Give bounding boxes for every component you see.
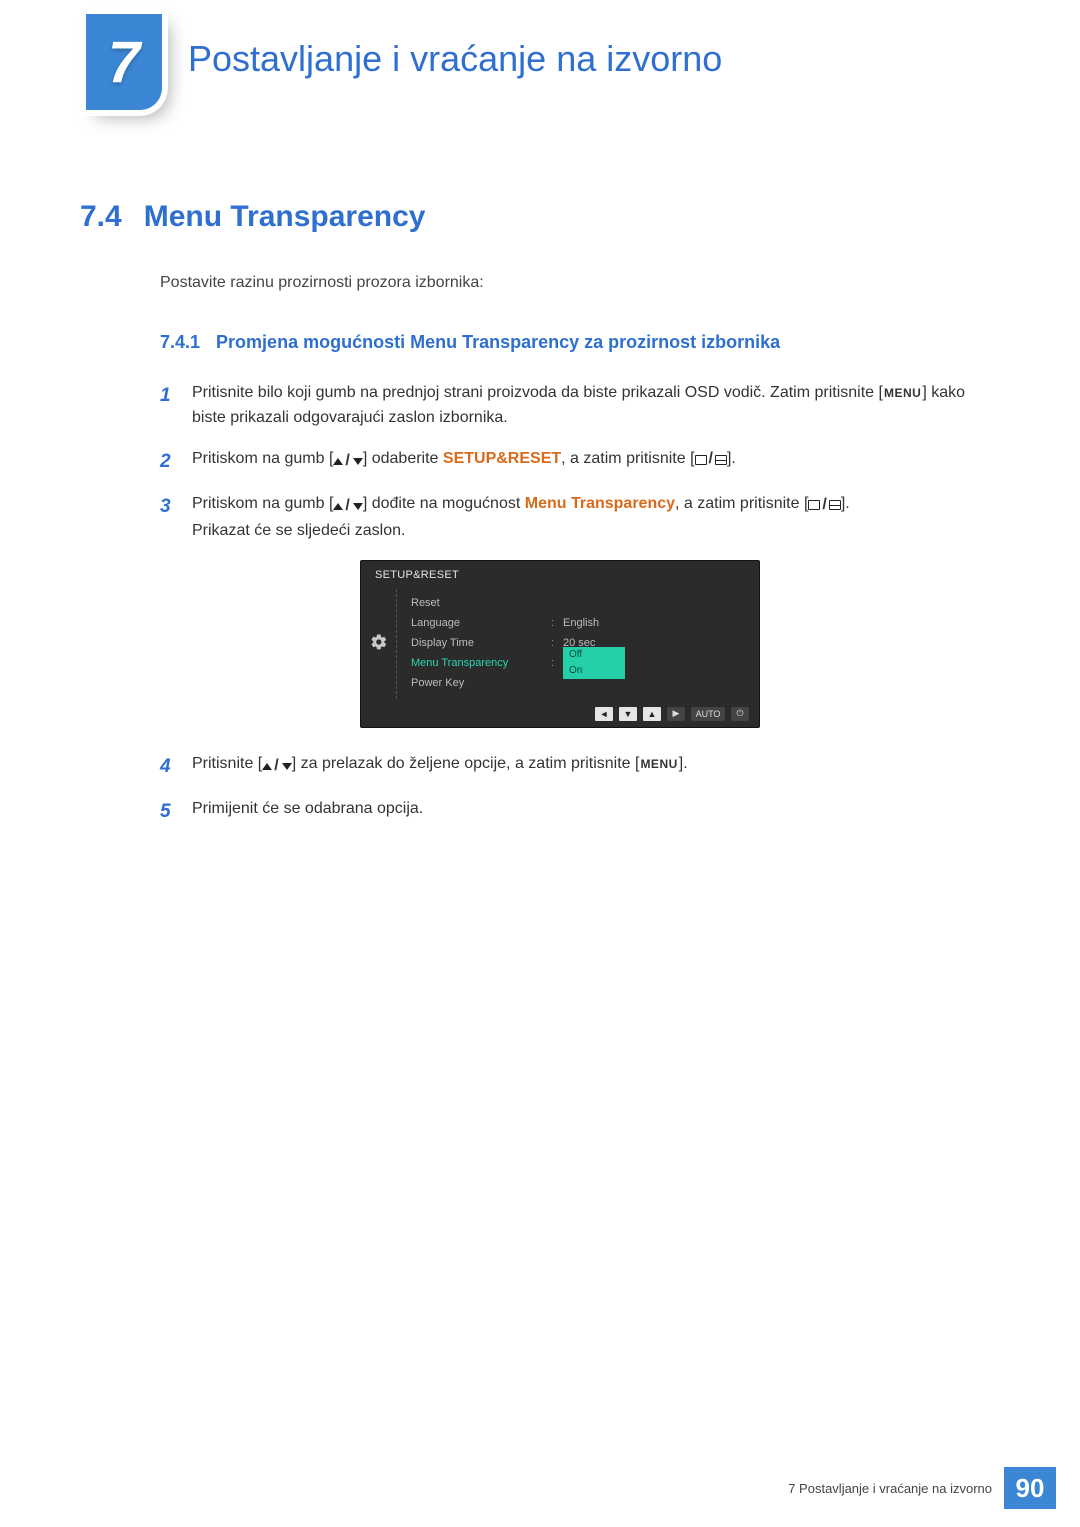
osd-auto-label: AUTO <box>691 707 725 721</box>
up-down-icon: / <box>262 754 291 779</box>
step-item: 5 Primijenit će se odabrana opcija. <box>160 797 1000 826</box>
osd-row-value: English <box>563 617 599 629</box>
osd-screenshot: SETUP&RESET Reset Language <box>360 560 760 728</box>
step-number: 2 <box>160 447 178 476</box>
page-footer: 7 Postavljanje i vraćanje na izvorno 90 <box>788 1467 1056 1509</box>
step-item: 3 Pritiskom na gumb [/] dođite na mogućn… <box>160 492 1000 544</box>
osd-row-label: Menu Transparency <box>411 657 551 669</box>
step-text: Pritiskom na gumb [/] dođite na mogućnos… <box>192 492 1000 544</box>
step-item: 2 Pritiskom na gumb [/] odaberite SETUP&… <box>160 447 1000 476</box>
menu-label: MENU <box>883 386 922 400</box>
highlight-menu-transparency: Menu Transparency <box>525 495 675 512</box>
step-number: 1 <box>160 381 178 410</box>
section-title: Menu Transparency <box>144 200 426 234</box>
footer-page-number: 90 <box>1004 1467 1056 1509</box>
step-item: 4 Pritisnite [/] za prelazak do željene … <box>160 752 1000 781</box>
osd-nav-left-icon: ◄ <box>595 707 613 721</box>
osd-option-on: On <box>563 663 625 679</box>
osd-row-label: Display Time <box>411 637 551 649</box>
osd-row-label: Power Key <box>411 677 551 689</box>
osd-row: Language : English <box>411 613 745 633</box>
step-number: 3 <box>160 492 178 521</box>
subsection-heading: 7.4.1 Promjena mogućnosti Menu Transpare… <box>160 332 1000 353</box>
step-text: Pritisnite bilo koji gumb na prednjoj st… <box>192 381 1000 431</box>
footer-text: 7 Postavljanje i vraćanje na izvorno <box>788 1467 992 1509</box>
osd-power-icon: ⏻ <box>731 707 749 721</box>
step-number: 5 <box>160 797 178 826</box>
up-down-icon: / <box>333 494 362 519</box>
menu-label: MENU <box>639 757 678 771</box>
osd-row-label: Language <box>411 617 551 629</box>
osd-row-active: Menu Transparency : Off On <box>411 653 745 673</box>
enter-icon: / <box>808 493 840 518</box>
osd-row-label: Reset <box>411 597 551 609</box>
step-number: 4 <box>160 752 178 781</box>
osd-title: SETUP&RESET <box>361 569 759 589</box>
subsection-number: 7.4.1 <box>160 332 200 353</box>
osd-list: Reset Language : English Display Time : … <box>397 589 759 699</box>
osd-row: Reset <box>411 593 745 613</box>
osd-nav-right-icon: ▶ <box>667 707 685 721</box>
step-text: Primijenit će se odabrana opcija. <box>192 797 1000 822</box>
chapter-badge: 7 <box>80 8 168 116</box>
osd-category-icon-area <box>361 589 397 699</box>
step-text: Pritisnite [/] za prelazak do željene op… <box>192 752 1000 779</box>
section-number: 7.4 <box>80 200 122 234</box>
enter-icon: / <box>695 447 727 472</box>
step-text: Pritiskom na gumb [/] odaberite SETUP&RE… <box>192 447 1000 474</box>
up-down-icon: / <box>333 449 362 474</box>
step-item: 1 Pritisnite bilo koji gumb na prednjoj … <box>160 381 1000 431</box>
osd-nav-up-icon: ▲ <box>643 707 661 721</box>
section-heading: 7.4 Menu Transparency <box>80 200 1000 234</box>
chapter-header: 7 Postavljanje i vraćanje na izvorno <box>80 0 1000 140</box>
osd-control-bar: ◄ ▼ ▲ ▶ AUTO ⏻ <box>361 699 759 721</box>
osd-nav-down-icon: ▼ <box>619 707 637 721</box>
intro-text: Postavite razinu prozirnosti prozora izb… <box>160 274 1000 292</box>
highlight-setup-reset: SETUP&RESET <box>443 450 561 467</box>
subsection-title: Promjena mogućnosti Menu Transparency za… <box>216 332 780 353</box>
gear-icon <box>370 633 388 654</box>
osd-option-off: Off <box>563 647 625 663</box>
steps-list: 1 Pritisnite bilo koji gumb na prednjoj … <box>160 381 1000 827</box>
chapter-title: Postavljanje i vraćanje na izvorno <box>188 38 722 80</box>
chapter-number: 7 <box>108 29 140 96</box>
